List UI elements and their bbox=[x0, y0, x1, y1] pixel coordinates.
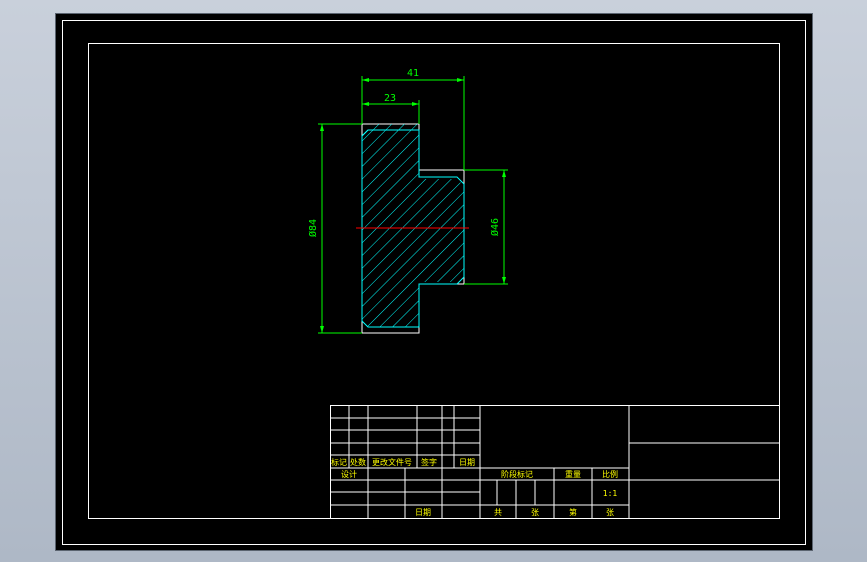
total-label: 共 bbox=[494, 508, 502, 517]
weight-label: 重量 bbox=[565, 469, 581, 479]
drawing-sheet: 41 23 Ø84 Ø46 标记 处数 更改文件号 签字 日期 设计 日期 阶段… bbox=[62, 20, 806, 545]
rev-header-mark: 标记 bbox=[331, 457, 347, 467]
scale-label: 比例 bbox=[602, 469, 618, 479]
part-section bbox=[356, 123, 469, 334]
rev-header-count: 处数 bbox=[350, 457, 366, 467]
cad-viewport[interactable]: 41 23 Ø84 Ø46 标记 处数 更改文件号 签字 日期 设计 日期 阶段… bbox=[56, 14, 812, 550]
dim-outer-diameter: Ø84 bbox=[307, 219, 319, 237]
rev-header-date: 日期 bbox=[459, 458, 475, 467]
rev-header-doc: 更改文件号 bbox=[372, 457, 412, 467]
date-label: 日期 bbox=[415, 508, 431, 517]
title-block-text: 标记 处数 更改文件号 签字 日期 设计 日期 阶段标记 重量 比例 1:1 共… bbox=[331, 457, 618, 517]
dim-hub-diameter: Ø46 bbox=[489, 218, 501, 236]
stage-label: 阶段标记 bbox=[501, 469, 533, 479]
dim-overall-width: 41 bbox=[407, 68, 419, 79]
sheets-label: 张 bbox=[531, 508, 539, 517]
design-label: 设计 bbox=[341, 469, 357, 479]
section-hatch bbox=[362, 124, 464, 327]
scale-value: 1:1 bbox=[603, 489, 618, 498]
dim-flange-width: 23 bbox=[384, 93, 396, 104]
rev-header-sign: 签字 bbox=[421, 457, 437, 467]
sheet-label: 第 bbox=[569, 507, 577, 517]
sheet-suffix: 张 bbox=[606, 508, 614, 517]
